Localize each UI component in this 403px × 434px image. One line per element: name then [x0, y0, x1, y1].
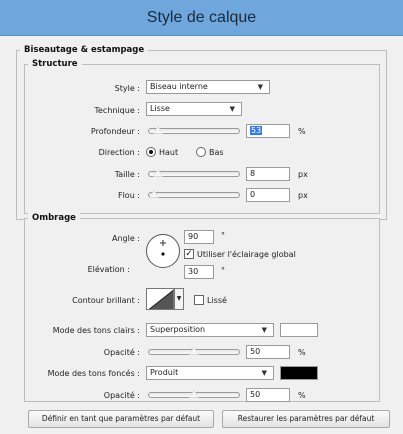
- depth-label: Profondeur :: [90, 127, 140, 136]
- gloss-contour-label: Contour brillant :: [72, 296, 140, 305]
- direction-down-label[interactable]: Bas: [209, 148, 224, 157]
- highlight-mode-value: Superposition: [150, 325, 206, 334]
- size-input-value: 8: [250, 169, 256, 178]
- technique-label: Technique :: [94, 106, 140, 115]
- altitude-input-value: 30: [188, 267, 199, 276]
- shadow-opacity-unit: %: [298, 391, 306, 400]
- style-select-value: Biseau interne: [150, 82, 208, 91]
- size-input[interactable]: 8: [246, 167, 290, 181]
- highlight-opacity-value: 50: [250, 347, 261, 356]
- highlight-mode-label: Mode des tons clairs :: [52, 326, 140, 335]
- contour-curve-graphic: [148, 289, 173, 309]
- shadow-opacity-input[interactable]: 50: [246, 388, 290, 402]
- depth-input-value: 53: [250, 126, 263, 135]
- angle-input[interactable]: 90: [184, 230, 214, 244]
- highlight-opacity-thumb[interactable]: [189, 347, 199, 355]
- altitude-unit: °: [221, 266, 225, 275]
- depth-slider-thumb[interactable]: [153, 126, 163, 134]
- direction-up-label[interactable]: Haut: [159, 148, 178, 157]
- blur-input-value: 0: [250, 190, 256, 199]
- structure-title: Structure: [28, 59, 82, 69]
- chevron-down-icon: ▼: [261, 326, 267, 334]
- angle-dial-graphic: [160, 240, 166, 256]
- highlight-color-swatch[interactable]: [280, 323, 318, 337]
- global-light-checkbox[interactable]: ✓: [184, 249, 194, 259]
- chevron-down-icon: ▼: [176, 295, 182, 302]
- antialiased-checkbox[interactable]: [194, 295, 204, 305]
- reset-default-button[interactable]: Restaurer les paramètres par défaut: [222, 410, 390, 428]
- title-bar: Style de calque: [0, 0, 403, 36]
- shadow-mode-value: Produit: [150, 368, 179, 377]
- antialiased-label[interactable]: Lissé: [207, 296, 227, 305]
- highlight-opacity-label: Opacité :: [103, 348, 140, 357]
- style-label: Style :: [114, 84, 140, 93]
- shadow-opacity-value: 50: [250, 390, 261, 399]
- blur-unit: px: [298, 191, 308, 200]
- make-default-button[interactable]: Définir en tant que paramètres par défau…: [28, 410, 214, 428]
- blur-input[interactable]: 0: [246, 188, 290, 202]
- blur-label: Flou :: [117, 191, 140, 200]
- altitude-label: Elévation :: [87, 265, 130, 274]
- shading-title: Ombrage: [28, 213, 80, 223]
- chevron-down-icon: ▼: [257, 83, 263, 91]
- highlight-opacity-unit: %: [298, 348, 306, 357]
- direction-down-radio[interactable]: [196, 147, 206, 157]
- bevel-emboss-title: Biseautage & estampage: [20, 45, 149, 55]
- direction-up-radio[interactable]: [146, 147, 156, 157]
- window-title: Style de calque: [146, 9, 257, 26]
- size-slider-thumb[interactable]: [153, 169, 163, 177]
- style-select[interactable]: Biseau interne ▼: [146, 80, 270, 94]
- altitude-input[interactable]: 30: [184, 265, 214, 279]
- highlight-mode-select[interactable]: Superposition ▼: [146, 323, 274, 337]
- angle-unit: °: [221, 231, 225, 240]
- size-label: Taille :: [114, 170, 140, 179]
- blur-slider[interactable]: [148, 190, 240, 198]
- angle-label: Angle :: [111, 234, 140, 243]
- size-slider[interactable]: [148, 169, 240, 177]
- shadow-opacity-slider[interactable]: [148, 390, 240, 398]
- highlight-opacity-input[interactable]: 50: [246, 345, 290, 359]
- shadow-opacity-label: Opacité :: [103, 391, 140, 400]
- highlight-opacity-slider[interactable]: [148, 347, 240, 355]
- shadow-mode-label: Mode des tons foncés :: [47, 369, 140, 378]
- direction-label: Direction :: [98, 148, 140, 157]
- chevron-down-icon: ▼: [229, 105, 235, 113]
- angle-input-value: 90: [188, 232, 199, 241]
- checkmark-icon: ✓: [185, 249, 193, 259]
- angle-dial[interactable]: [146, 234, 180, 268]
- technique-select-value: Lisse: [150, 104, 170, 113]
- blur-slider-thumb[interactable]: [149, 190, 159, 198]
- size-unit: px: [298, 170, 308, 179]
- shadow-color-swatch[interactable]: [280, 366, 318, 380]
- gloss-contour-dropdown[interactable]: ▼: [174, 288, 184, 310]
- shadow-opacity-thumb[interactable]: [189, 390, 199, 398]
- chevron-down-icon: ▼: [261, 369, 267, 377]
- depth-input[interactable]: 53: [246, 124, 290, 138]
- shadow-mode-select[interactable]: Produit ▼: [146, 366, 274, 380]
- dialog-panel: Biseautage & estampage Structure Style :…: [0, 36, 403, 434]
- gloss-contour-preview[interactable]: [146, 288, 174, 310]
- depth-slider[interactable]: [148, 126, 240, 134]
- global-light-label[interactable]: Utiliser l'éclairage global: [197, 250, 296, 259]
- technique-select[interactable]: Lisse ▼: [146, 102, 242, 116]
- depth-unit: %: [298, 127, 306, 136]
